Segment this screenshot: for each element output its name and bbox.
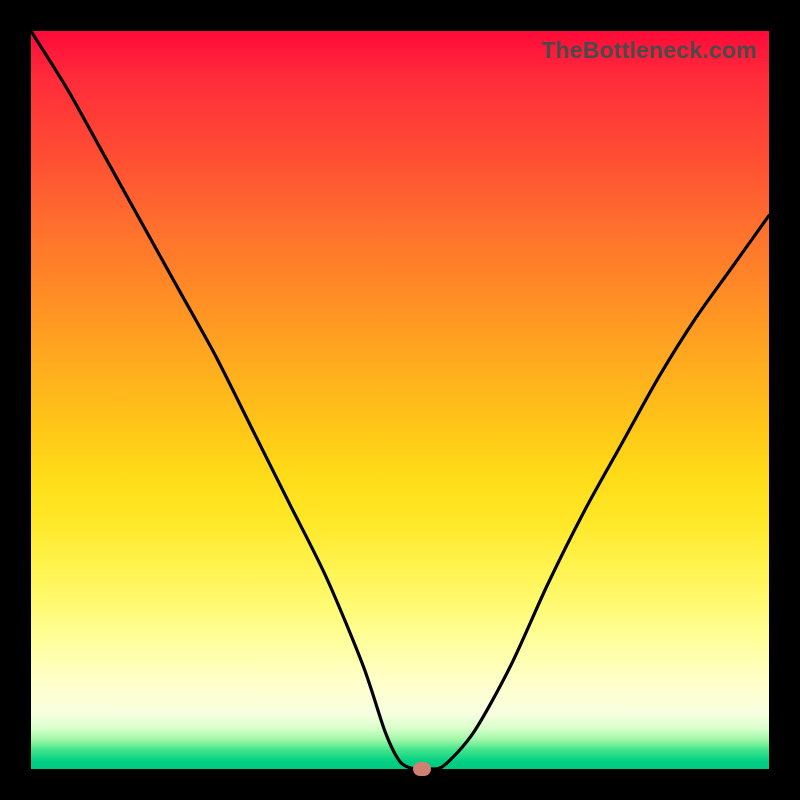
chart-frame: TheBottleneck.com [0,0,800,800]
optimal-point-marker [413,762,431,776]
plot-area: TheBottleneck.com [31,31,769,769]
bottleneck-curve [31,31,769,769]
curve-path [31,31,769,770]
